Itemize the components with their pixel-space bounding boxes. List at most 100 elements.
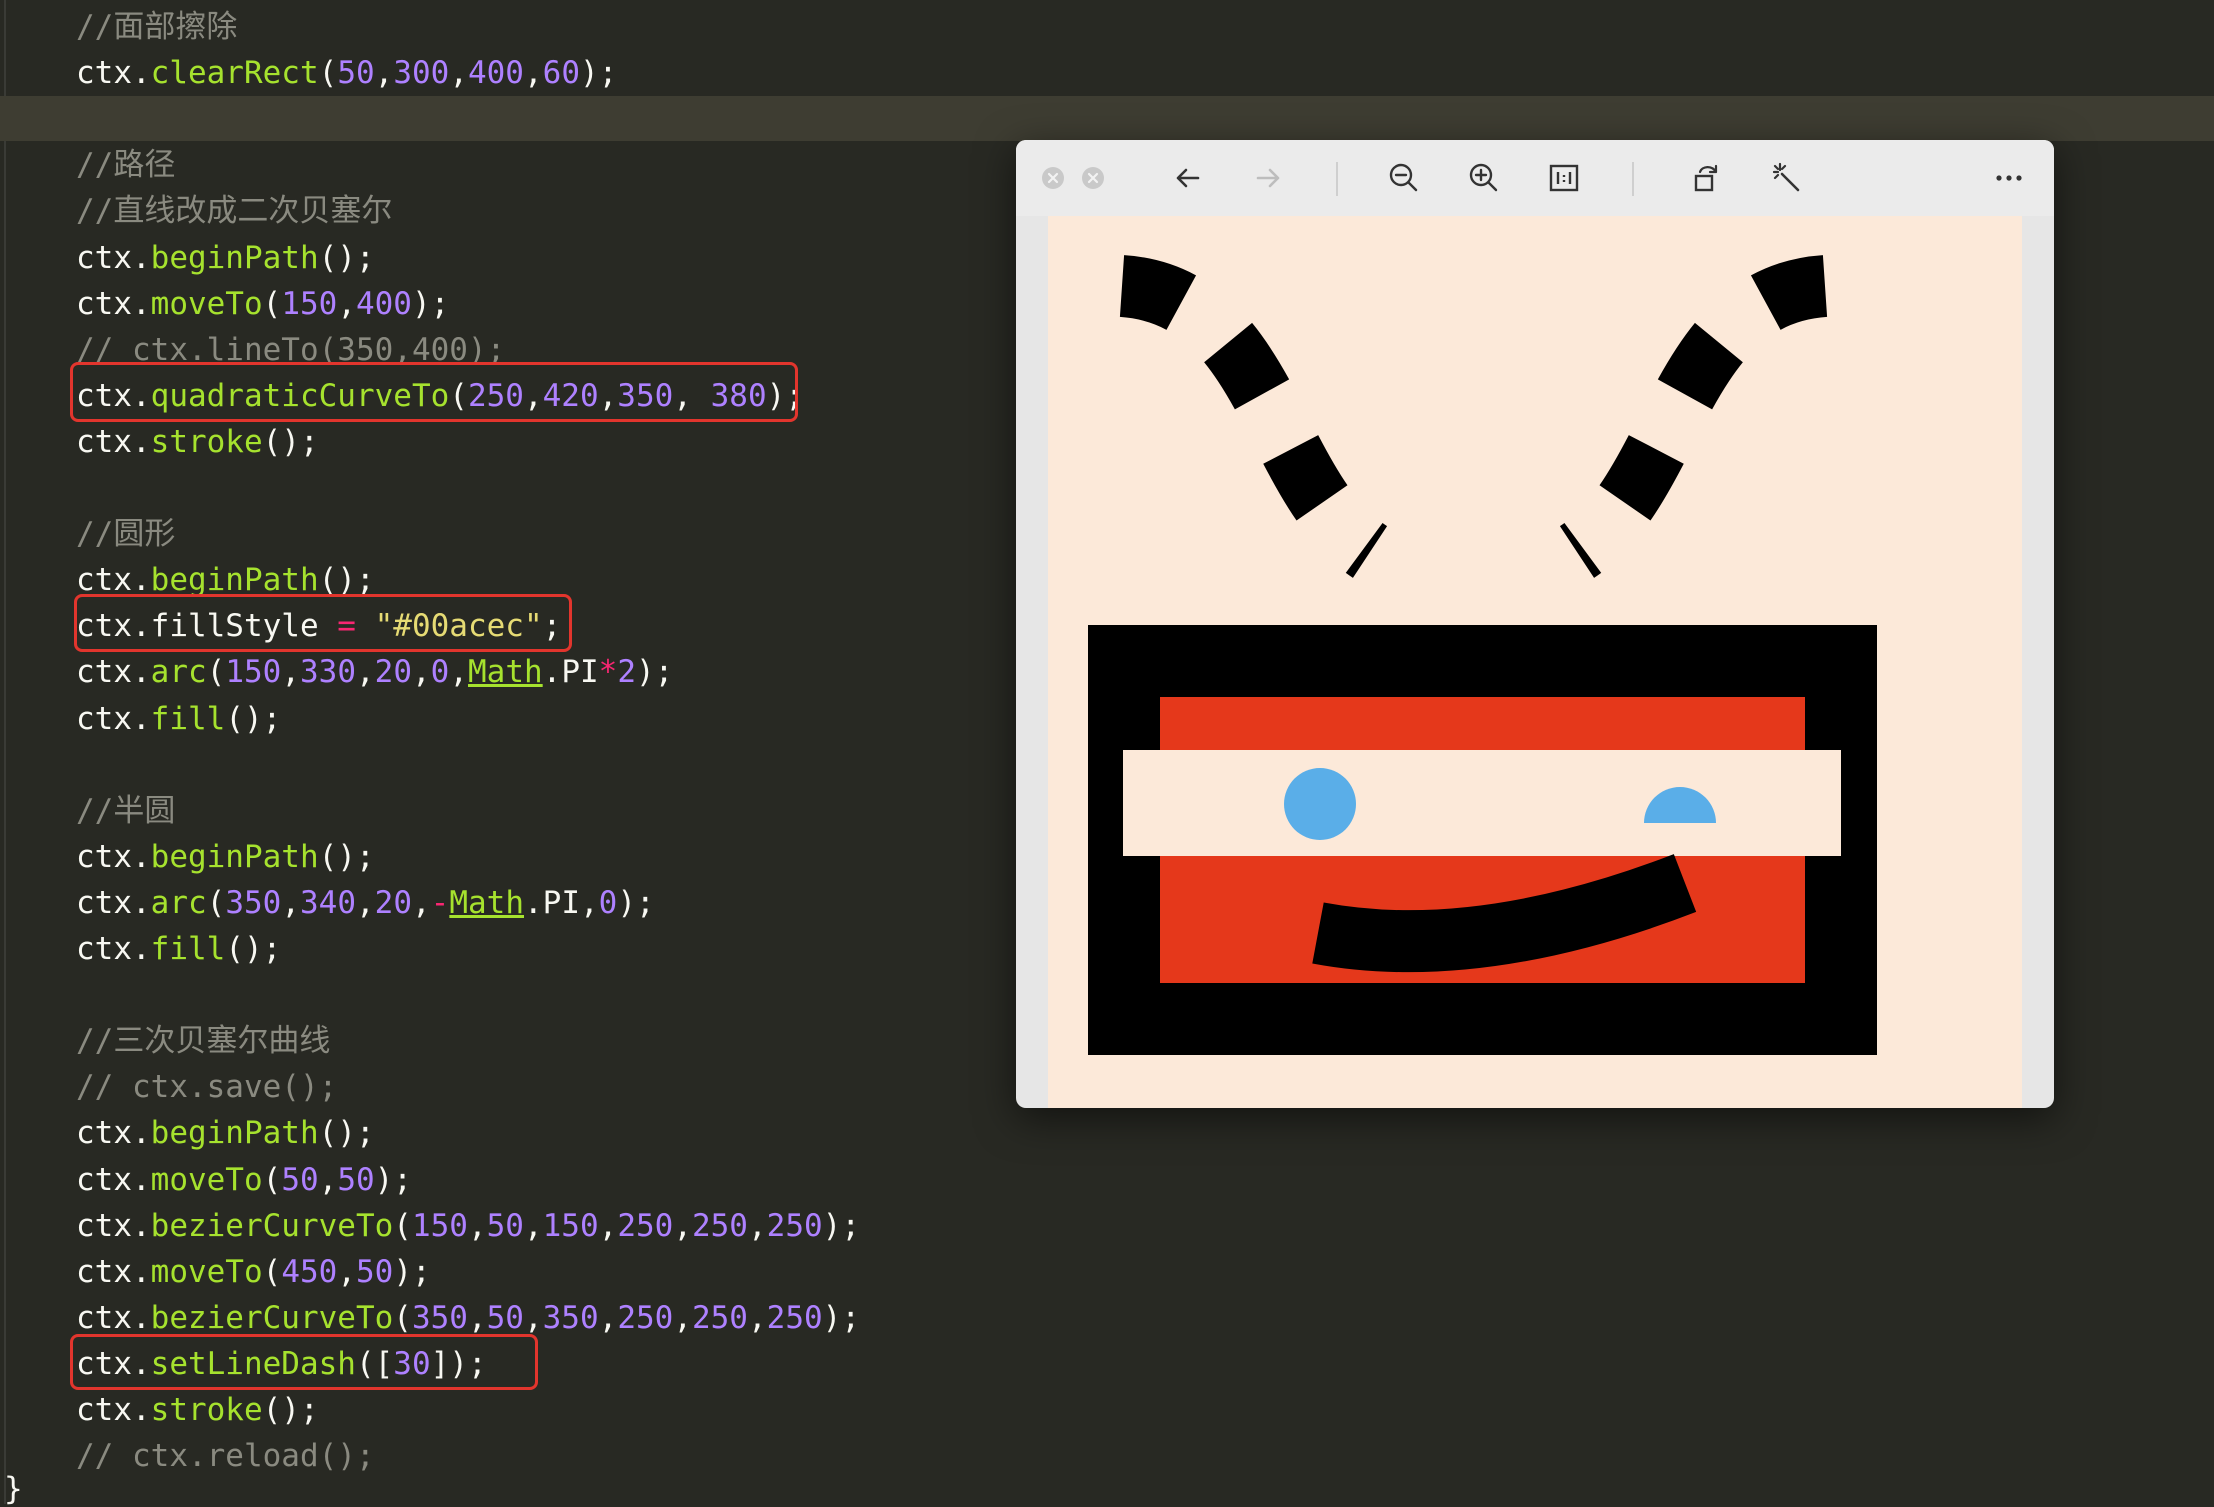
code-token-op: - (430, 884, 450, 921)
code-token-num: 250 (617, 1299, 674, 1336)
code-token-num: 50 (486, 1299, 524, 1336)
zoom-out-icon[interactable] (1384, 158, 1424, 198)
code-line[interactable]: //半圆 (76, 788, 175, 834)
code-token-num: 50 (486, 1207, 524, 1244)
code-token-punc: , (747, 1299, 767, 1336)
code-token-punc: , (337, 1253, 356, 1290)
code-line[interactable]: ctx.fill(); (76, 926, 281, 972)
code-token-punc: ctx. (76, 1392, 151, 1428)
arrow-right-icon[interactable] (1248, 158, 1288, 198)
code-token-punc: , (673, 1299, 692, 1336)
code-token-cm: // ctx.reload(); (76, 1438, 375, 1475)
toolbar-separator (1632, 162, 1634, 196)
code-line[interactable]: ctx.beginPath(); (76, 834, 375, 880)
code-token-num: 300 (393, 55, 450, 92)
more-icon[interactable] (1989, 158, 2029, 198)
code-token-num: 330 (300, 654, 356, 691)
code-token-punc: ctx. (76, 1115, 151, 1152)
rotate-icon[interactable] (1686, 158, 1726, 198)
minimize-icon[interactable] (1082, 167, 1104, 189)
gutter-line (4, 0, 6, 1504)
code-line[interactable]: ctx.bezierCurveTo(150,50,150,250,250,250… (76, 1203, 860, 1249)
code-token-punc: , (318, 1161, 338, 1198)
code-token-op: * (598, 654, 618, 691)
code-line[interactable]: ctx.moveTo(450,50); (76, 1249, 431, 1295)
zoom-in-icon[interactable] (1464, 158, 1504, 198)
code-token-punc: , (374, 55, 394, 92)
closing-brace: } (4, 1471, 23, 1507)
code-line[interactable]: ctx.moveTo(50,50); (76, 1157, 412, 1203)
code-token-num: 250 (691, 1299, 748, 1336)
code-line[interactable]: ctx.beginPath(); (76, 1110, 375, 1156)
code-token-num: 150 (281, 285, 338, 322)
code-token-punc: ( (393, 1207, 412, 1244)
code-token-punc: ctx. (76, 1207, 151, 1244)
code-token-punc: (); (318, 562, 375, 599)
code-line[interactable]: //圆形 (76, 511, 175, 557)
code-token-punc: ); (374, 1161, 412, 1198)
code-line[interactable]: ctx.stroke(); (76, 1387, 319, 1433)
code-token-punc: , (281, 654, 300, 691)
code-token-punc: , (356, 884, 375, 921)
image-viewer-window[interactable] (1016, 140, 2054, 1108)
code-token-punc: , (598, 1299, 618, 1336)
arrow-left-icon[interactable] (1168, 158, 1208, 198)
code-token-fn: arc (150, 654, 207, 691)
code-token-fn: beginPath (150, 1115, 319, 1152)
code-token-num: 0 (598, 884, 618, 921)
code-token-fn: moveTo (150, 285, 263, 322)
code-token-punc: .PI, (524, 884, 599, 921)
code-token-num: 250 (766, 1299, 823, 1336)
code-line[interactable]: //面部擦除 (76, 4, 237, 50)
code-line[interactable]: ctx.clearRect(50,300,400,60); (76, 50, 617, 96)
code-token-punc: , (747, 1207, 767, 1244)
code-token-fn: stroke (150, 423, 263, 460)
code-token-num: 150 (542, 1207, 599, 1244)
magic-wand-icon[interactable] (1766, 158, 1806, 198)
code-token-punc: , (673, 1207, 692, 1244)
code-token-num: 2 (617, 654, 637, 691)
code-token-punc: ctx. (76, 423, 151, 460)
code-line[interactable]: ctx.arc(150,330,20,0,Math.PI*2); (76, 649, 673, 695)
code-token-cm: //面部擦除 (76, 9, 238, 45)
viewer-toolbar (1016, 140, 2054, 216)
code-line[interactable]: ctx.stroke(); (76, 419, 319, 465)
actual-size-icon[interactable] (1544, 158, 1584, 198)
code-token-punc: , (337, 285, 356, 322)
code-token-punc: ctx. (76, 884, 151, 921)
code-token-num: 150 (225, 654, 282, 691)
code-token-fn: beginPath (150, 239, 319, 276)
highlight-box-quadratic (70, 362, 798, 422)
code-token-num: 400 (355, 285, 412, 322)
code-token-punc: ctx. (76, 1253, 151, 1290)
code-line[interactable]: ctx.beginPath(); (76, 235, 375, 281)
code-token-fn: moveTo (150, 1253, 263, 1290)
code-token-num: 20 (374, 884, 412, 921)
code-line[interactable]: // ctx.save(); (76, 1064, 337, 1110)
code-line[interactable]: ctx.moveTo(150,400); (76, 281, 449, 327)
code-line[interactable]: //直线改成二次贝塞尔 (76, 188, 392, 234)
toolbar-separator (1336, 162, 1338, 196)
code-token-punc: ( (262, 285, 282, 322)
code-token-kw: Math (468, 654, 543, 691)
code-token-num: 50 (337, 55, 375, 92)
code-token-punc: ( (393, 1299, 412, 1336)
code-token-punc: ctx. (76, 285, 151, 322)
code-line[interactable]: //路径 (76, 142, 175, 188)
code-token-punc: .PI (542, 654, 599, 691)
code-line[interactable]: ctx.fill(); (76, 696, 281, 742)
code-token-fn: bezierCurveTo (150, 1207, 394, 1244)
code-token-num: 50 (337, 1161, 375, 1198)
code-token-cm: //圆形 (76, 516, 176, 553)
code-token-punc: (); (318, 838, 375, 875)
code-token-fn: moveTo (150, 1161, 263, 1198)
code-token-fn: beginPath (150, 562, 319, 599)
code-line[interactable]: // ctx.reload(); (76, 1433, 375, 1479)
code-line[interactable]: ctx.arc(350,340,20,-Math.PI,0); (76, 880, 655, 926)
code-token-punc: ctx. (76, 55, 151, 92)
code-token-cm: // ctx.save(); (76, 1069, 338, 1106)
close-icon[interactable] (1042, 167, 1064, 189)
code-token-num: 450 (281, 1253, 338, 1290)
code-token-punc: , (467, 1299, 487, 1336)
code-line[interactable]: //三次贝塞尔曲线 (76, 1018, 330, 1064)
